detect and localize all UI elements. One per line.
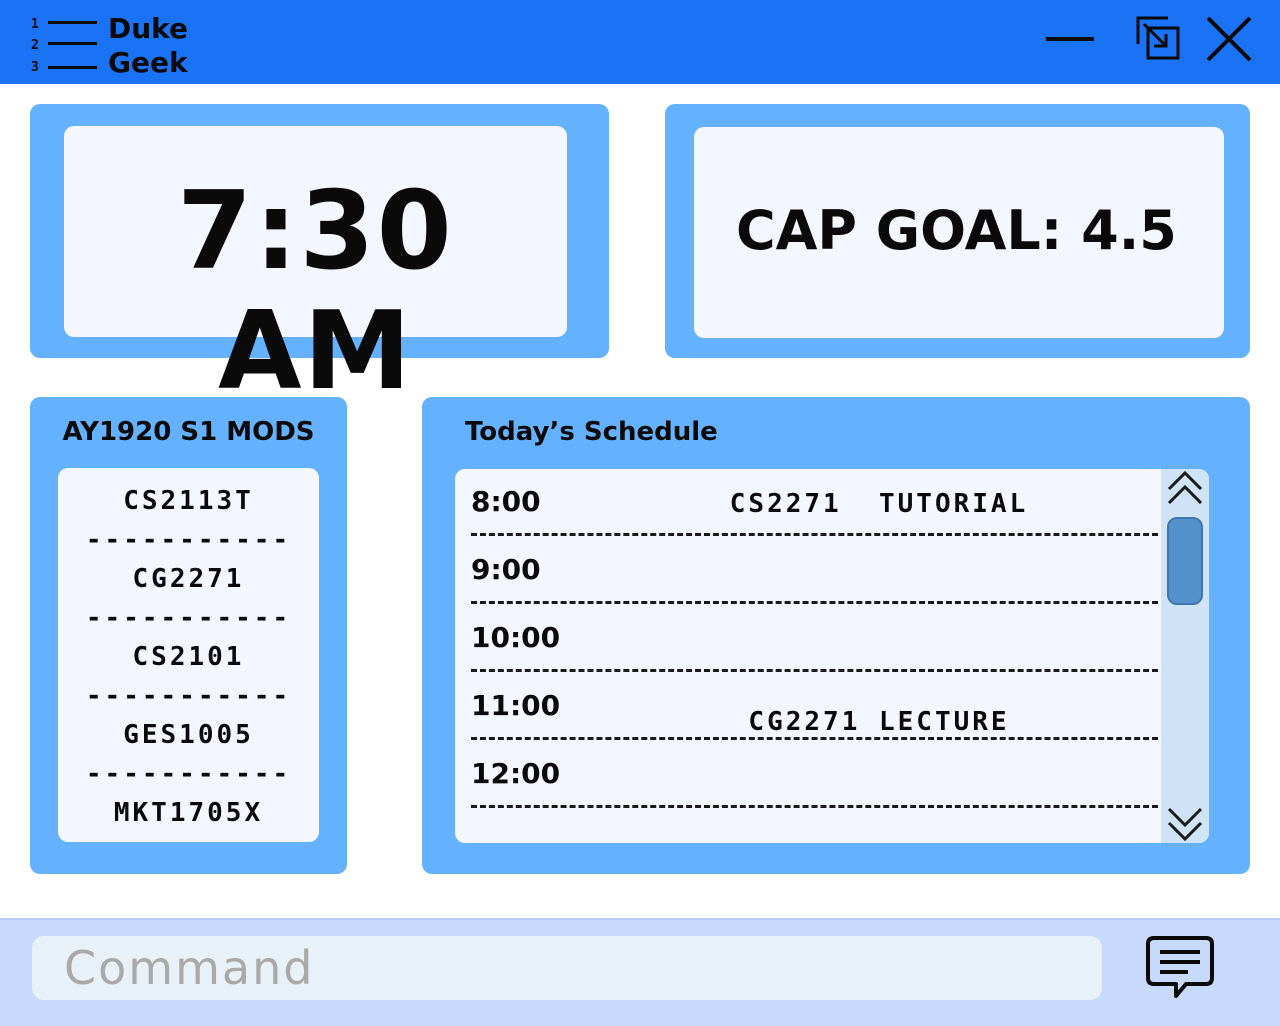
restore-icon <box>1136 16 1180 60</box>
restore-button[interactable] <box>1134 14 1184 64</box>
module-separator: ----------- <box>85 759 292 789</box>
cap-goal-display: CAP GOAL: 4.5 <box>694 127 1224 338</box>
schedule-divider <box>471 805 1167 808</box>
cap-goal-panel: CAP GOAL: 4.5 <box>665 104 1250 358</box>
clock-time: 7:30 AM <box>177 169 454 414</box>
app-name-line-1: Duke <box>108 12 189 45</box>
schedule-panel: Today’s Schedule 8:00 CS2271 TUTORIAL 9:… <box>422 397 1250 874</box>
chevron-double-down-icon <box>1167 807 1203 842</box>
schedule-row[interactable]: 10:00 <box>471 617 1167 685</box>
module-item[interactable]: CS2101 <box>58 638 319 677</box>
modules-list: CS2113T ----------- CG2271 ----------- C… <box>58 482 319 833</box>
app-name: Duke Geek <box>108 12 188 80</box>
schedule-row[interactable]: 12:00 <box>471 753 1167 821</box>
logo-digit-1: 1 <box>31 17 39 32</box>
schedule-time: 9:00 <box>471 553 541 586</box>
schedule-divider <box>471 601 1167 604</box>
close-button[interactable] <box>1204 14 1254 64</box>
title-bar: 1 2 3 Duke Geek <box>0 0 1280 84</box>
command-bar <box>0 918 1280 1026</box>
schedule-divider <box>471 737 1167 740</box>
module-item[interactable]: CS2113T <box>58 482 319 521</box>
schedule-row[interactable]: 11:00 CG2271 LECTURE <box>471 685 1167 753</box>
app-name-line-2: Geek <box>108 46 188 79</box>
modules-title: AY1920 S1 MODS <box>62 417 315 447</box>
cap-goal-text: CAP GOAL: 4.5 <box>736 199 1177 262</box>
module-separator: ----------- <box>85 525 292 555</box>
schedule-title: Today’s Schedule <box>465 417 718 447</box>
schedule-row[interactable]: 8:00 CS2271 TUTORIAL <box>471 481 1167 549</box>
app-logo-icon: 1 2 3 <box>28 14 100 76</box>
close-icon <box>1206 16 1252 62</box>
minimize-icon <box>1046 37 1094 41</box>
schedule-time: 8:00 <box>471 485 541 518</box>
schedule-divider <box>471 533 1167 536</box>
module-separator: ----------- <box>85 603 292 633</box>
clock-panel: 7:30 AM <box>30 104 609 412</box>
scroll-down-button[interactable] <box>1165 803 1205 843</box>
schedule-time: 12:00 <box>471 757 561 790</box>
chevron-double-up-icon <box>1167 470 1203 505</box>
schedule-event: CG2271 LECTURE <box>748 707 1010 737</box>
module-item[interactable]: MKT1705X <box>58 794 319 833</box>
logo-digit-3: 3 <box>31 60 39 75</box>
module-item[interactable]: GES1005 <box>58 716 319 755</box>
modules-list-box: CS2113T ----------- CG2271 ----------- C… <box>58 468 319 842</box>
schedule-time: 11:00 <box>471 689 561 722</box>
schedule-scrollbar[interactable] <box>1161 469 1209 843</box>
schedule-list: 8:00 CS2271 TUTORIAL 9:00 10:00 11:00 CG… <box>471 481 1167 821</box>
scroll-up-button[interactable] <box>1165 469 1205 509</box>
send-command-button[interactable] <box>1146 934 1216 1004</box>
chat-message-icon <box>1146 936 1214 998</box>
schedule-list-box: 8:00 CS2271 TUTORIAL 9:00 10:00 11:00 CG… <box>455 469 1209 843</box>
schedule-event: CS2271 TUTORIAL <box>729 489 1029 519</box>
command-input[interactable] <box>32 936 1102 1000</box>
logo-digit-2: 2 <box>31 38 39 53</box>
schedule-time: 10:00 <box>471 621 561 654</box>
module-separator: ----------- <box>85 681 292 711</box>
schedule-row[interactable]: 9:00 <box>471 549 1167 617</box>
modules-panel: AY1920 S1 MODS CS2113T ----------- CG227… <box>30 397 347 874</box>
module-item[interactable]: CG2271 <box>58 560 319 599</box>
schedule-divider <box>471 669 1167 672</box>
minimize-button[interactable] <box>1044 14 1094 64</box>
scroll-thumb[interactable] <box>1167 517 1203 605</box>
clock-display: 7:30 AM <box>64 126 567 412</box>
